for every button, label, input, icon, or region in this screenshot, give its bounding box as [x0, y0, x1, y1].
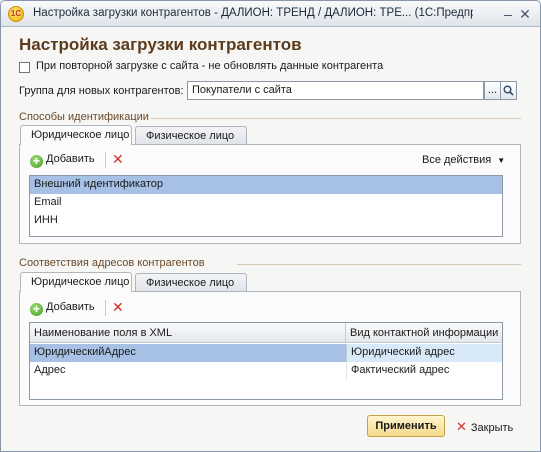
table-cell[interactable]: Адрес	[30, 362, 346, 380]
group-input[interactable]: Покупатели с сайта	[187, 81, 484, 100]
no-update-checkbox-label[interactable]: При повторной загрузке с сайта - не обно…	[36, 60, 383, 72]
search-icon[interactable]	[500, 81, 517, 100]
addresses-add-button[interactable]: + Добавить	[30, 301, 95, 316]
identification-list: Внешний идентификатор Email ИНН	[29, 175, 503, 237]
delete-icon[interactable]: ✕	[112, 299, 124, 316]
toolbar-separator	[105, 300, 106, 316]
table-cell[interactable]: Фактический адрес	[346, 362, 502, 380]
close-button[interactable]: ✕ Закрыть	[456, 419, 513, 435]
addresses-grid: Наименование поля в XML Вид контактной и…	[29, 322, 503, 400]
group-field-label: Группа для новых контрагентов:	[19, 85, 184, 97]
section-divider	[237, 264, 521, 265]
identification-add-button[interactable]: + Добавить	[30, 153, 95, 168]
plus-icon: +	[30, 155, 43, 168]
add-label: Добавить	[46, 301, 95, 313]
list-item[interactable]: Внешний идентификатор	[30, 176, 502, 194]
close-icon[interactable]: ✕	[518, 7, 532, 21]
addresses-section-title: Соответствия адресов контрагентов	[19, 257, 205, 269]
no-update-checkbox[interactable]	[19, 62, 30, 73]
identification-section-title: Способы идентификации	[19, 111, 149, 123]
tab-addresses-individual[interactable]: Физическое лицо	[135, 273, 247, 292]
close-icon: ✕	[456, 419, 467, 434]
apply-button[interactable]: Применить	[367, 415, 445, 437]
delete-icon[interactable]: ✕	[112, 151, 124, 168]
minimize-icon[interactable]	[501, 7, 515, 21]
tab-identification-legal[interactable]: Юридическое лицо	[20, 125, 132, 145]
close-label: Закрыть	[470, 422, 514, 434]
tab-addresses-legal[interactable]: Юридическое лицо	[20, 272, 132, 292]
tab-identification-individual[interactable]: Физическое лицо	[135, 126, 247, 145]
table-cell[interactable]: ЮридическийАдрес	[30, 344, 346, 362]
column-header[interactable]: Наименование поля в XML	[30, 323, 346, 343]
addresses-panel: + Добавить ✕ Наименование поля в XML Вид …	[19, 291, 521, 406]
title-bar: 1С Настройка загрузки контрагентов - ДАЛ…	[1, 1, 540, 27]
add-label: Добавить	[46, 153, 95, 165]
toolbar-separator	[105, 152, 106, 168]
all-actions-button[interactable]: Все действия ▼	[422, 154, 505, 166]
column-header[interactable]: Вид контактной информации	[346, 323, 502, 343]
page-title: Настройка загрузки контрагентов	[19, 35, 302, 54]
app-logo-icon: 1С	[8, 6, 24, 22]
list-item[interactable]: Email	[30, 194, 502, 212]
list-item[interactable]: ИНН	[30, 212, 502, 230]
identification-panel: + Добавить ✕ Все действия ▼ Внешний идент…	[19, 144, 521, 244]
section-divider	[151, 118, 521, 119]
settings-window: 1С Настройка загрузки контрагентов - ДАЛ…	[0, 0, 541, 452]
plus-icon: +	[30, 303, 43, 316]
all-actions-label: Все действия	[422, 154, 492, 166]
table-cell[interactable]: Юридический адрес	[346, 344, 502, 362]
chevron-down-icon: ▼	[497, 156, 506, 165]
select-group-button[interactable]: ...	[484, 81, 501, 100]
window-title: Настройка загрузки контрагентов - ДАЛИОН…	[33, 7, 473, 19]
